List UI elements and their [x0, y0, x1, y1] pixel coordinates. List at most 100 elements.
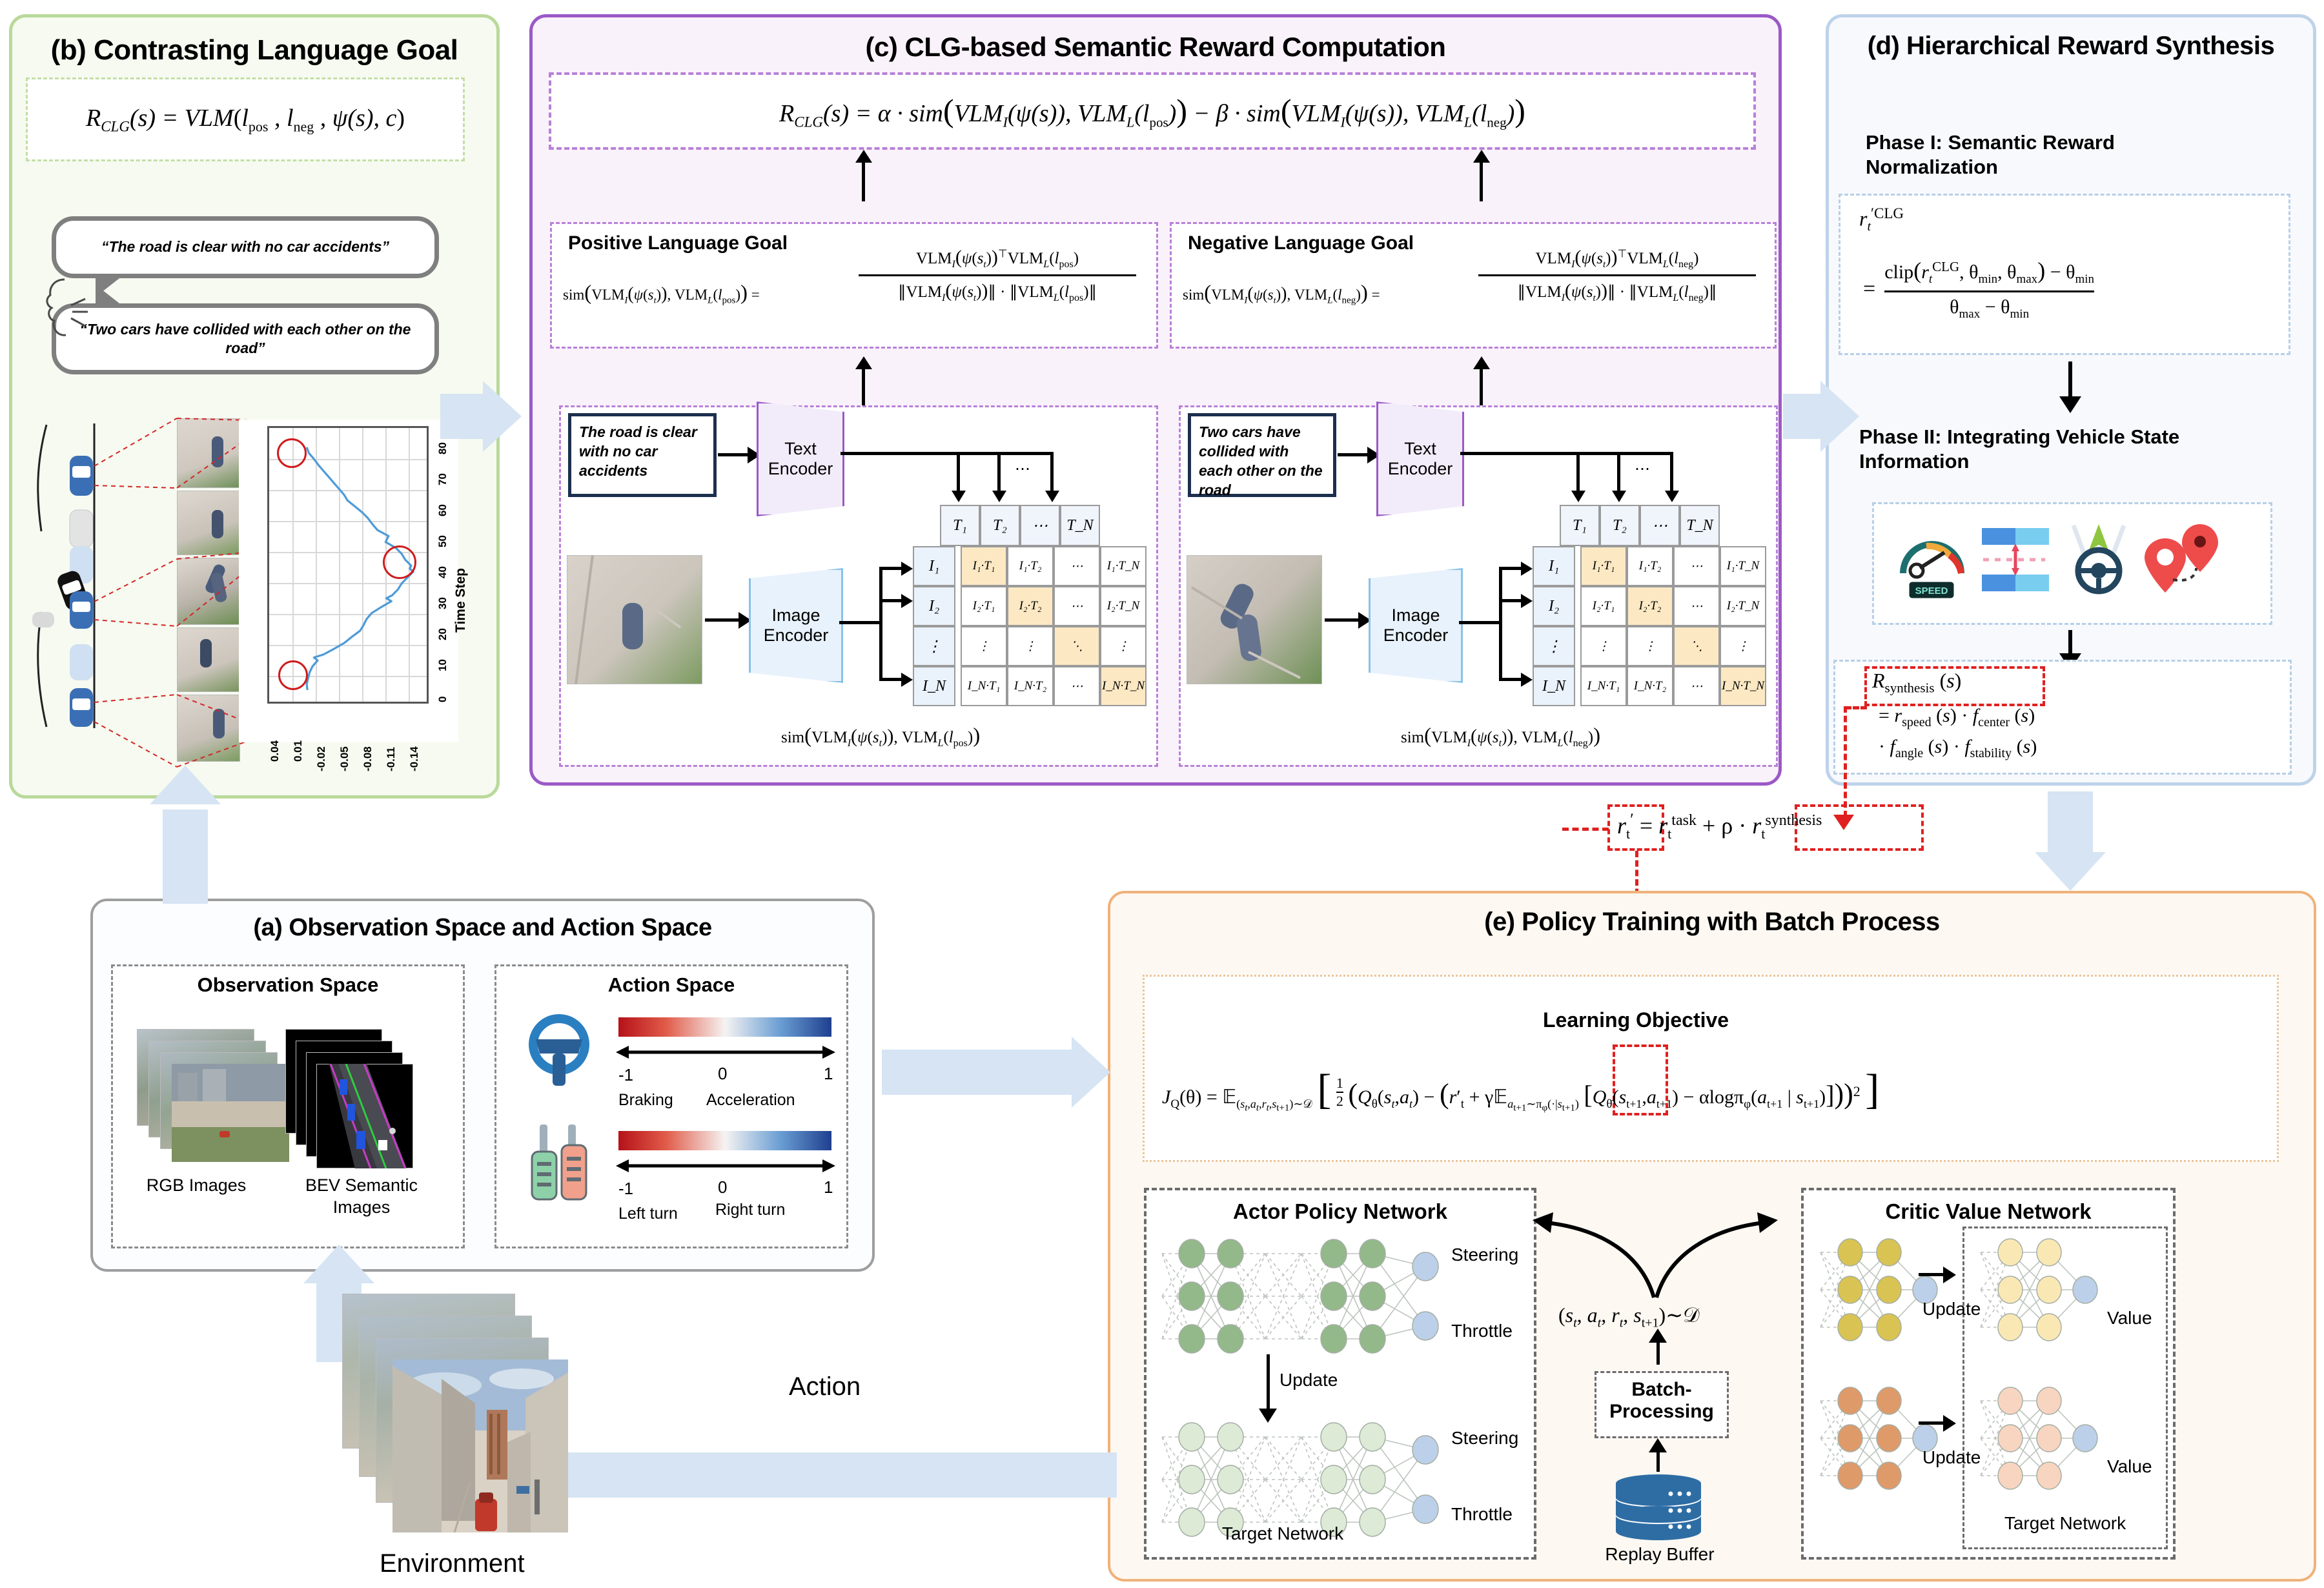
- ytick-5: -0.11: [385, 747, 397, 771]
- annotation-circle-end: [277, 438, 307, 468]
- matrix-cell-3-2: ⋮: [1007, 626, 1054, 666]
- chart-plot-area: [267, 426, 429, 704]
- neg-image-token-n: I_N: [1533, 666, 1575, 706]
- learning-objective-formula: JQ(θ) = 𝔼(st,at,rt,st+1)∼𝒟 [ 12 (Qθ(st,a…: [1162, 1066, 1880, 1114]
- environment-scene: [392, 1359, 568, 1532]
- pos-img-tap-1-head: [901, 562, 913, 576]
- neg-text-token-2: T₂: [1600, 505, 1640, 546]
- matrix-cell-2-2: I₂·T₂: [1007, 586, 1054, 626]
- neg-img-bus-vert: [1499, 567, 1502, 680]
- replay-buffer-icon: [1616, 1474, 1701, 1540]
- clg-main-formula-box: RCLG(s) = α · sim(VLMI(ψ(s)), VLML(lpos)…: [549, 72, 1756, 150]
- actor-main-network-graphic: [1156, 1238, 1452, 1358]
- acceleration-label: Acceleration: [706, 1091, 795, 1109]
- negative-text-encoder: Text Encoder: [1376, 402, 1464, 516]
- matrix-cell-4-1: I_N·T₁: [961, 666, 1007, 706]
- arrow-pos-img-to-imgenc-shaft: [705, 618, 740, 622]
- phase-1-fraction: = clip(rtCLG, θmin, θmax) − θmin θmax − …: [1863, 258, 2095, 321]
- neg-text-branch-3: [1670, 452, 1673, 492]
- flow-arrow-d-to-e-head: [2035, 852, 2106, 891]
- network-graphic: [1820, 1238, 1938, 1341]
- matrix-cell-1-1: I₁·T₁: [961, 546, 1007, 586]
- negative-sim-lhs: sim(VLMI(ψ(st)), VLML(lneg)) =: [1183, 281, 1380, 306]
- positive-sim-denominator: ∥VLMI(ψ(st))∥ · ∥VLML(lpos)∥: [897, 280, 1097, 303]
- positive-language-goal-heading: Positive Language Goal: [568, 232, 788, 254]
- matrix-cell-4-3: ⋯: [1054, 666, 1100, 706]
- phase-1-denominator: θmax − θmin: [1950, 296, 2030, 321]
- neg-img-tap-4-head: [1521, 673, 1533, 687]
- arrow-phase1-to-phase2-head: [2059, 396, 2081, 413]
- xtick-10: 10: [436, 659, 449, 671]
- pos-text-token-1: T₁: [940, 505, 980, 546]
- neg-img-tap-2-head: [1521, 594, 1533, 608]
- matrix-cell-3-2: ⋮: [1627, 626, 1673, 666]
- lane-center-icon: [1982, 528, 2049, 591]
- acceleration-axis-min: -1: [618, 1065, 634, 1084]
- person-thinking-icon: [46, 278, 88, 336]
- pos-image-token-2: I₂: [913, 586, 955, 626]
- network-graphic: [1161, 1422, 1439, 1537]
- actor-update-arrow-shaft: [1267, 1354, 1270, 1414]
- actor-output-throttle-main: Throttle: [1451, 1321, 1513, 1341]
- neg-text-branch-2-head: [1612, 491, 1626, 502]
- pos-img-tap-4: [879, 678, 902, 681]
- rgb-images-caption: RGB Images: [146, 1176, 247, 1195]
- panel-e-title: (e) Policy Training with Batch Process: [1484, 908, 1940, 936]
- ytick-4: -0.08: [362, 746, 374, 771]
- actor-target-network-label: Target Network: [1221, 1523, 1344, 1543]
- flow-arrow-b-to-c-head: [483, 381, 522, 452]
- matrix-cell-3-3: ⋱: [1673, 626, 1720, 666]
- pos-text-branch-3: [1050, 452, 1054, 492]
- pos-img-tap-4-head: [901, 673, 913, 687]
- actor-output-throttle-target: Throttle: [1451, 1504, 1513, 1524]
- negative-sim-caption: sim(VLMI(ψ(st)), VLML(lneg)): [1401, 724, 1601, 749]
- arrow-negdiagram-to-negformula-head: [1473, 356, 1490, 369]
- flow-arrow-a-to-e-head: [1072, 1037, 1110, 1108]
- actor-update-arrow-head: [1259, 1409, 1277, 1423]
- redline-synthesis-out: [1845, 706, 1867, 709]
- ytick-6: -0.14: [408, 746, 420, 771]
- pos-text-branch-3-head: [1045, 491, 1059, 502]
- pos-text-branch-2: [997, 452, 1001, 492]
- acceleration-axis-max: 1: [824, 1064, 833, 1083]
- critic-q1-value-label: Value: [2107, 1308, 2152, 1328]
- braking-label: Braking: [618, 1091, 673, 1109]
- critic-q2-update-arrow-shaft: [1919, 1421, 1944, 1425]
- phase-1-lhs: rt′CLG: [1859, 205, 1904, 234]
- annotation-circle-collision: [383, 545, 416, 579]
- panel-c-title: (c) CLG-based Semantic Reward Computatio…: [865, 32, 1446, 62]
- actor-update-label: Update: [1279, 1370, 1338, 1390]
- phase-1-numerator: clip(rtCLG, θmin, θmax) − θmin: [1884, 258, 2095, 286]
- arrow-posdiagram-to-posformula-head: [855, 356, 872, 369]
- critic-q1-network-graphic: [1814, 1238, 1943, 1345]
- network-graphic: [1820, 1387, 1938, 1490]
- panel-a-title: (a) Observation Space and Action Space: [253, 914, 712, 941]
- flow-arrow-b-to-c-shaft: [440, 394, 485, 439]
- matrix-cell-2-1: I₂·T₁: [961, 586, 1007, 626]
- matrix-cell-4-2: I_N·T₂: [1007, 666, 1054, 706]
- neg-img-tap-2: [1499, 599, 1522, 602]
- action-flow-label: Action: [789, 1372, 861, 1401]
- steering-axis-mid: 0: [718, 1177, 728, 1197]
- redline-synthesis-down: [1844, 706, 1847, 817]
- synthesis-line-2: = rspeed (s) · fcenter (s): [1879, 705, 2035, 729]
- critic-q2-update-arrow-head: [1943, 1415, 1956, 1432]
- matrix-cell-3-1: ⋮: [1580, 626, 1627, 666]
- negative-image-encoder: Image Encoder: [1369, 568, 1463, 683]
- network-graphic: [1980, 1387, 2098, 1490]
- network-graphic: [1980, 1238, 2098, 1341]
- pos-image-token-n: I_N: [913, 666, 955, 706]
- arrow-neg-to-main-head: [1473, 150, 1490, 163]
- arrow-pos-prompt-to-textenc-shaft: [718, 453, 749, 456]
- acceleration-gradient-bar: [618, 1017, 831, 1037]
- matrix-cell-4-2: I_N·T₂: [1627, 666, 1673, 706]
- neg-text-bus: [1460, 452, 1673, 455]
- negative-sim-numerator: VLMI(ψ(st))⊤VLML(lneg): [1535, 247, 1699, 270]
- acceleration-axis-arrow: [616, 1046, 835, 1059]
- arrow-batch-to-tuple-head: [1649, 1328, 1667, 1343]
- right-turn-label: Right turn: [715, 1201, 786, 1219]
- flow-arrow-a-to-b-head: [150, 766, 221, 804]
- pos-img-bus-vert: [879, 567, 882, 680]
- positive-sim-lhs: sim(VLMI(ψ(st)), VLML(lpos)) =: [563, 281, 760, 306]
- chart-x-axis-label: Time Step: [453, 568, 468, 633]
